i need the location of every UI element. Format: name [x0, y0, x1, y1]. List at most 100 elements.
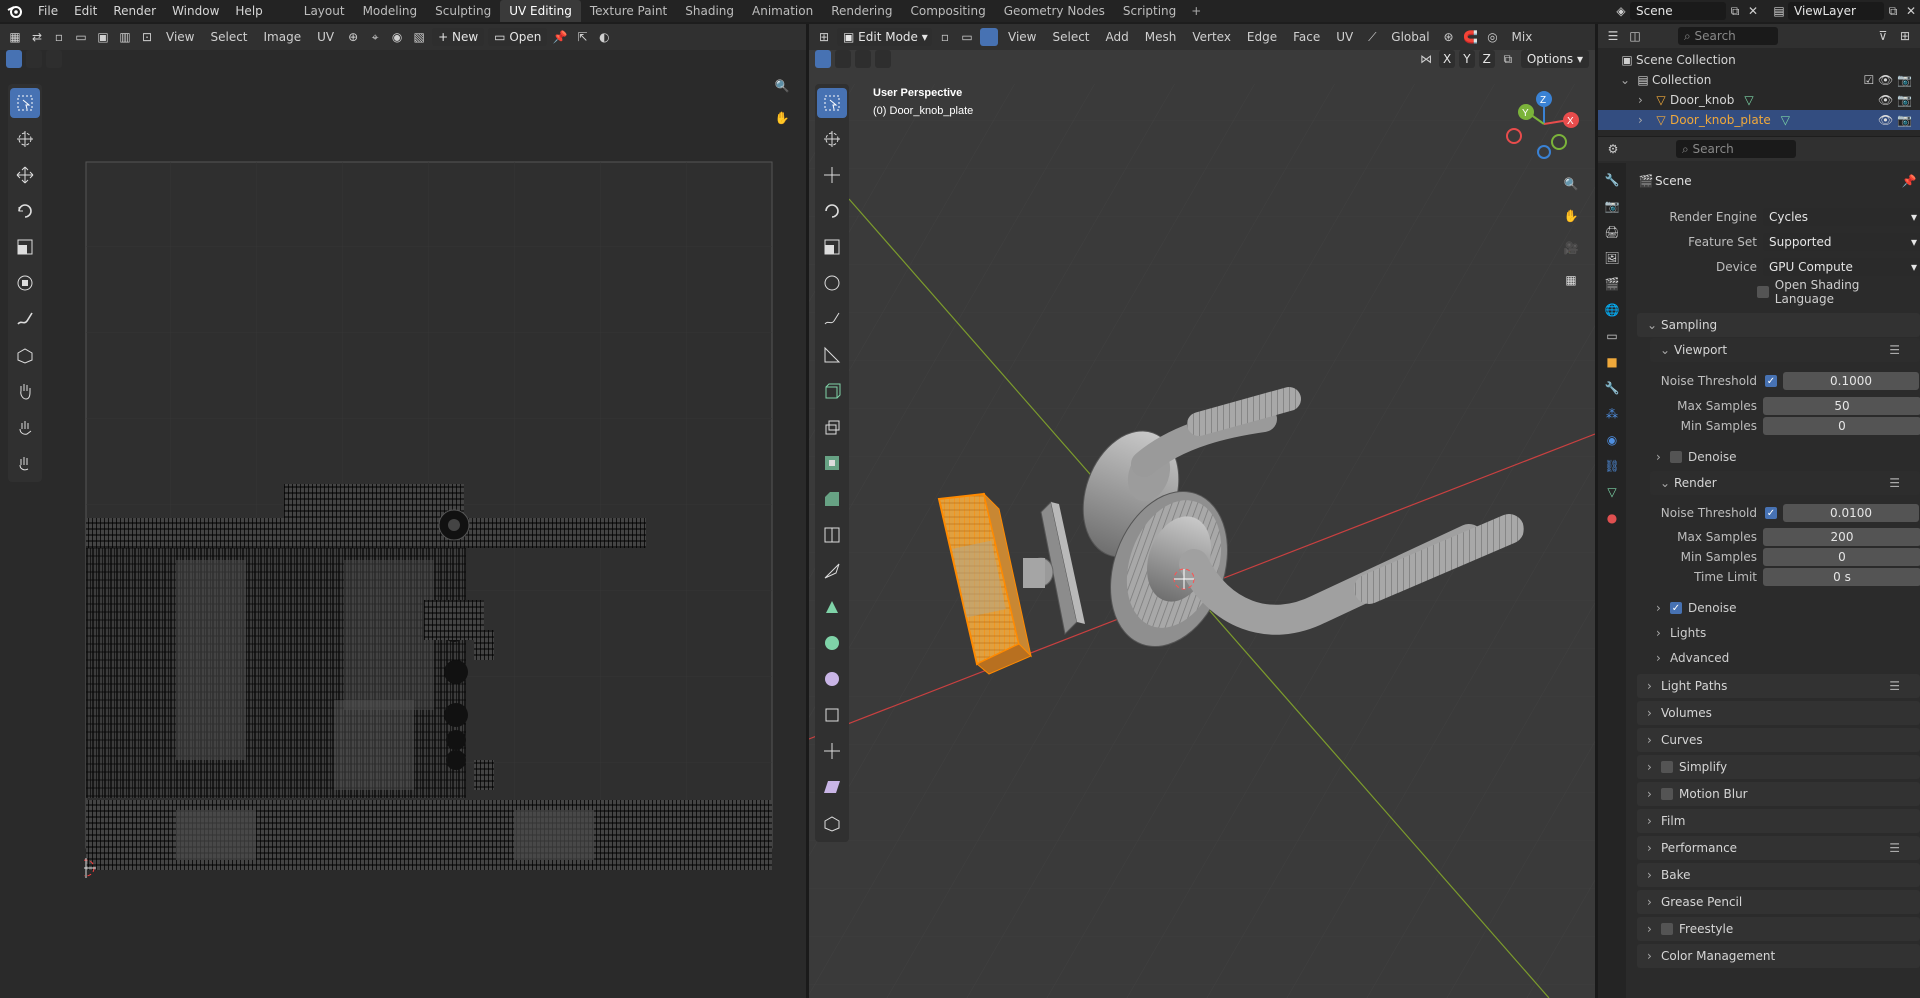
simplify-checkbox[interactable] [1661, 761, 1673, 773]
uv-menu-view[interactable]: View [160, 30, 200, 44]
panel-grease-pencil[interactable]: › Grease Pencil [1637, 890, 1920, 914]
time-limit-field[interactable]: 0 s [1763, 568, 1920, 586]
pin-context-icon[interactable]: 📌 [1900, 172, 1918, 190]
menu-help[interactable]: Help [227, 0, 270, 22]
vp-max-field[interactable]: 50 [1763, 397, 1920, 415]
tab-animation[interactable]: Animation [743, 0, 822, 22]
physics-tab-icon[interactable]: ◉ [1603, 431, 1621, 449]
uv-editor[interactable]: ▦ ⇄ ▫ ▭ ▣ ▥ ⊡ View Select Image UV ⊕ ⌖ ◉… [0, 24, 806, 998]
island-select-icon[interactable]: ▥ [116, 28, 134, 46]
tab-sculpting[interactable]: Sculpting [426, 0, 500, 22]
vp-rotate-tool[interactable] [817, 196, 847, 226]
new-view-layer-icon[interactable]: ⧉ [1884, 2, 1902, 20]
light-paths-presets-icon[interactable]: ☰ [1889, 679, 1900, 693]
inset-tool[interactable] [817, 448, 847, 478]
presets-list-icon[interactable]: ☰ [1889, 343, 1900, 357]
menu-render[interactable]: Render [105, 0, 164, 22]
properties-search[interactable]: ⌕ Search [1676, 140, 1796, 158]
vp-measure-tool[interactable] [817, 340, 847, 370]
outliner-editor-type-icon[interactable]: ☰ [1604, 27, 1622, 45]
panel-bake[interactable]: › Bake [1637, 863, 1920, 887]
select-subtract-icon[interactable] [46, 50, 62, 68]
tab-shading[interactable]: Shading [676, 0, 743, 22]
add-workspace-icon[interactable]: + [1185, 4, 1207, 18]
pivot-icon[interactable]: ⊕ [344, 28, 362, 46]
panel-motion-blur[interactable]: › Motion Blur [1637, 782, 1920, 806]
uv-menu-uv[interactable]: UV [311, 30, 340, 44]
r-noise-field[interactable]: 0.0100 [1783, 504, 1919, 522]
uv-menu-image[interactable]: Image [258, 30, 308, 44]
material-tab-icon[interactable]: ● [1603, 509, 1621, 527]
scene-icon[interactable]: ◈ [1612, 2, 1630, 20]
knife-tool[interactable] [817, 556, 847, 586]
panel-color-management[interactable]: › Color Management [1637, 944, 1920, 968]
door-knob-plate-visibility-icon[interactable]: 👁 📷 [1878, 113, 1912, 127]
vp-denoise-row[interactable]: › Denoise [1656, 447, 1737, 467]
scene-selector[interactable]: Scene [1630, 2, 1726, 20]
smooth-tool[interactable] [817, 664, 847, 694]
vp-min-field[interactable]: 0 [1763, 417, 1920, 435]
properties-editor-type-icon[interactable]: ⚙ [1604, 140, 1622, 158]
rip-region-tool[interactable] [817, 808, 847, 838]
new-image-button[interactable]: + New [432, 28, 485, 46]
osl-checkbox[interactable] [1757, 286, 1769, 298]
panel-curves[interactable]: › Curves [1637, 728, 1920, 752]
menu-edit[interactable]: Edit [66, 0, 105, 22]
view-layer-icon[interactable]: ▤ [1770, 2, 1788, 20]
spin-tool[interactable] [817, 628, 847, 658]
shrink-tool[interactable] [817, 736, 847, 766]
pan-hand-icon[interactable]: ✋ [770, 106, 794, 130]
r-noise-checkbox[interactable]: ✓ [1765, 507, 1777, 519]
loop-cut-tool[interactable] [817, 520, 847, 550]
render-presets-list-icon[interactable]: ☰ [1889, 476, 1900, 490]
bevel-tool[interactable] [817, 484, 847, 514]
cursor-tool[interactable] [10, 124, 40, 154]
r-min-field[interactable]: 0 [1763, 548, 1920, 566]
outliner-item-door-knob[interactable]: › ▽ Door_knob ▽ 👁 📷 [1598, 90, 1920, 110]
render-subpanel-header[interactable]: ⌄ Render ☰ [1650, 471, 1920, 495]
proportional-edit-icon[interactable]: ◉ [388, 28, 406, 46]
render-engine-dropdown[interactable]: Cycles ▾ [1763, 208, 1920, 226]
panel-performance[interactable]: › Performance ☰ [1637, 836, 1920, 860]
feature-set-dropdown[interactable]: Supported ▾ [1763, 233, 1920, 251]
sticky-select-icon[interactable]: ⊡ [138, 28, 156, 46]
vp-annotate-tool[interactable] [817, 304, 847, 334]
collection-visibility-icon[interactable]: ☑ 👁 📷 [1863, 73, 1912, 87]
uv-overlay-icon[interactable]: ◐ [595, 28, 613, 46]
osl-row[interactable]: Open Shading Language [1757, 278, 1920, 306]
shear-tool[interactable] [817, 772, 847, 802]
advanced-subpanel[interactable]: › Advanced [1656, 648, 1729, 668]
3d-viewport[interactable]: ⊞ ▣ Edit Mode ▾ ▫ ▭ View Select Add Mesh… [809, 24, 1595, 998]
uv-gizmo-icon[interactable]: ⇱ [573, 28, 591, 46]
performance-presets-icon[interactable]: ☰ [1889, 841, 1900, 855]
outliner-item-door-knob-plate[interactable]: › ▽ Door_knob_plate ▽ 👁 📷 [1598, 110, 1920, 130]
snap-icon[interactable]: ⌖ [366, 28, 384, 46]
vp-scale-tool[interactable] [817, 232, 847, 262]
view-layer-tab-icon[interactable]: 🖼 [1603, 249, 1621, 267]
vp-transform-tool[interactable] [817, 268, 847, 298]
vp-pan-icon[interactable]: ✋ [1559, 204, 1583, 228]
rotate-tool[interactable] [10, 196, 40, 226]
edge-select-icon[interactable]: ▭ [72, 28, 90, 46]
door-knob-visibility-icon[interactable]: 👁 📷 [1878, 93, 1912, 107]
transform-tool[interactable] [10, 268, 40, 298]
ortho-toggle-icon[interactable]: ▦ [1559, 268, 1583, 292]
data-tab-icon[interactable]: ▽ [1603, 483, 1621, 501]
tab-uv-editing[interactable]: UV Editing [500, 0, 581, 22]
select-extend-icon[interactable] [26, 50, 42, 68]
uv-menu-select[interactable]: Select [204, 30, 253, 44]
vp-zoom-icon[interactable]: 🔍 [1559, 172, 1583, 196]
open-image-button[interactable]: ▭ Open [488, 28, 548, 46]
output-tab-icon[interactable]: 🖨 [1603, 223, 1621, 241]
world-tab-icon[interactable]: 🌐 [1603, 301, 1621, 319]
lights-subpanel[interactable]: › Lights [1656, 623, 1706, 643]
new-collection-icon[interactable]: ⊞ [1896, 27, 1914, 45]
panel-light-paths[interactable]: › Light Paths ☰ [1637, 674, 1920, 698]
select-new-icon[interactable] [6, 50, 22, 68]
modifier-tab-icon[interactable]: 🔧 [1603, 379, 1621, 397]
collection-row[interactable]: ⌄ ▤ Collection ☑ 👁 📷 [1598, 70, 1920, 90]
tab-compositing[interactable]: Compositing [901, 0, 994, 22]
scale-tool[interactable] [10, 232, 40, 262]
freestyle-checkbox[interactable] [1661, 923, 1673, 935]
vertex-select-icon[interactable]: ▫ [50, 28, 68, 46]
